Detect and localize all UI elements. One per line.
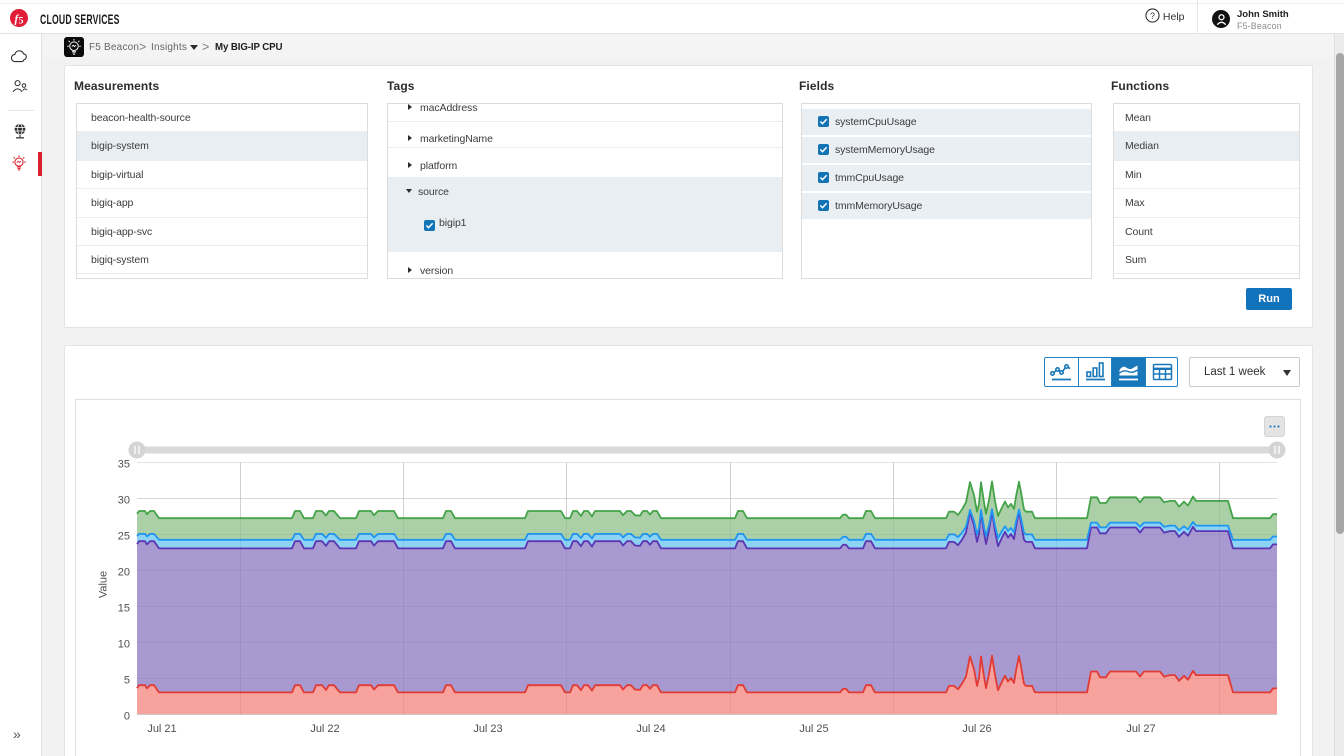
svg-text:20: 20 — [118, 567, 130, 579]
svg-text:Jul 22: Jul 22 — [310, 723, 339, 735]
svg-text:Jul 23: Jul 23 — [473, 723, 502, 735]
svg-text:Jul 27: Jul 27 — [1126, 723, 1155, 735]
svg-text:Value: Value — [98, 571, 110, 598]
svg-text:Jul 21: Jul 21 — [147, 723, 176, 735]
svg-text:10: 10 — [118, 639, 130, 651]
svg-text:?: ? — [1150, 11, 1155, 21]
svg-text:0: 0 — [124, 711, 130, 723]
svg-text:15: 15 — [118, 603, 130, 615]
svg-text:Jul 25: Jul 25 — [799, 723, 828, 735]
svg-text:Jul 24: Jul 24 — [636, 723, 665, 735]
svg-text:5: 5 — [19, 15, 24, 26]
svg-text:5: 5 — [124, 675, 130, 687]
svg-text:Jul 26: Jul 26 — [962, 723, 991, 735]
svg-text:35: 35 — [118, 459, 130, 471]
svg-text:25: 25 — [118, 531, 130, 543]
svg-text:30: 30 — [118, 495, 130, 507]
